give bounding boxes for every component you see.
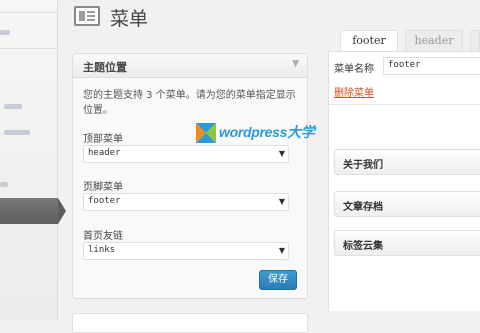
menus-page-icon (74, 6, 100, 26)
sidebar-item[interactable] (0, 182, 8, 187)
sidebar-divider (0, 48, 58, 49)
sidebar-item[interactable] (0, 30, 10, 35)
sidebar-item-active[interactable] (0, 198, 58, 224)
tab-add-menu[interactable] (470, 30, 480, 52)
admin-sidebar (0, 0, 58, 320)
sidebar-item[interactable] (4, 130, 30, 135)
menu-item-label: 标签云集 (343, 241, 383, 252)
sidebar-active-arrow (58, 198, 66, 224)
footer-menu-select-value: footer (88, 196, 121, 206)
menu-item-archive[interactable]: 文章存档 (334, 191, 480, 217)
home-links-label: 首页友链 (83, 231, 123, 242)
chevron-down-icon: ▼ (278, 197, 285, 206)
top-menu-label: 顶部菜单 (83, 134, 123, 145)
footer-menu-select[interactable]: footer ▼ (83, 193, 289, 211)
theme-locations-box: 主题位置 ▼ 您的主题支持 3 个菜单。请为您的菜单指定显示位置。 顶部菜单 h… (72, 53, 308, 299)
tab-footer[interactable]: footer (340, 30, 398, 52)
panel-divider (328, 104, 480, 105)
watermark-text: wordpress大学 (219, 124, 315, 140)
footer-menu-label: 页脚菜单 (83, 182, 123, 193)
chevron-down-icon: ▼ (278, 149, 285, 158)
menu-item-label: 文章存档 (343, 202, 383, 213)
menu-name-input[interactable]: footer (383, 57, 480, 75)
theme-locations-header[interactable]: 主题位置 ▼ (73, 54, 307, 78)
page-title: 菜单 (110, 8, 149, 30)
tab-header[interactable]: header (405, 30, 463, 52)
delete-menu-link[interactable]: 删除菜单 (334, 84, 374, 99)
menu-item-label: 关于我们 (343, 160, 383, 171)
menu-name-value: footer (388, 60, 421, 70)
wordpress-daxue-logo-icon (196, 123, 216, 143)
menu-item-tag-cloud[interactable]: 标签云集 (334, 230, 480, 256)
top-menu-select[interactable]: header ▼ (83, 145, 289, 163)
sidebar-item[interactable] (4, 104, 22, 109)
save-button[interactable]: 保存 (259, 270, 297, 290)
home-links-select[interactable]: links ▼ (83, 242, 289, 260)
sidebar-divider (0, 12, 58, 13)
menu-name-label: 菜单名称 (334, 64, 374, 75)
menu-item-about[interactable]: 关于我们 (334, 149, 480, 175)
collapse-arrow-icon[interactable]: ▼ (292, 59, 299, 69)
home-links-select-value: links (88, 245, 116, 255)
theme-locations-title: 主题位置 (83, 61, 127, 74)
theme-locations-description: 您的主题支持 3 个菜单。请为您的菜单指定显示位置。 (83, 90, 296, 116)
next-box (72, 313, 308, 333)
top-menu-select-value: header (88, 148, 121, 158)
chevron-down-icon: ▼ (278, 246, 285, 255)
